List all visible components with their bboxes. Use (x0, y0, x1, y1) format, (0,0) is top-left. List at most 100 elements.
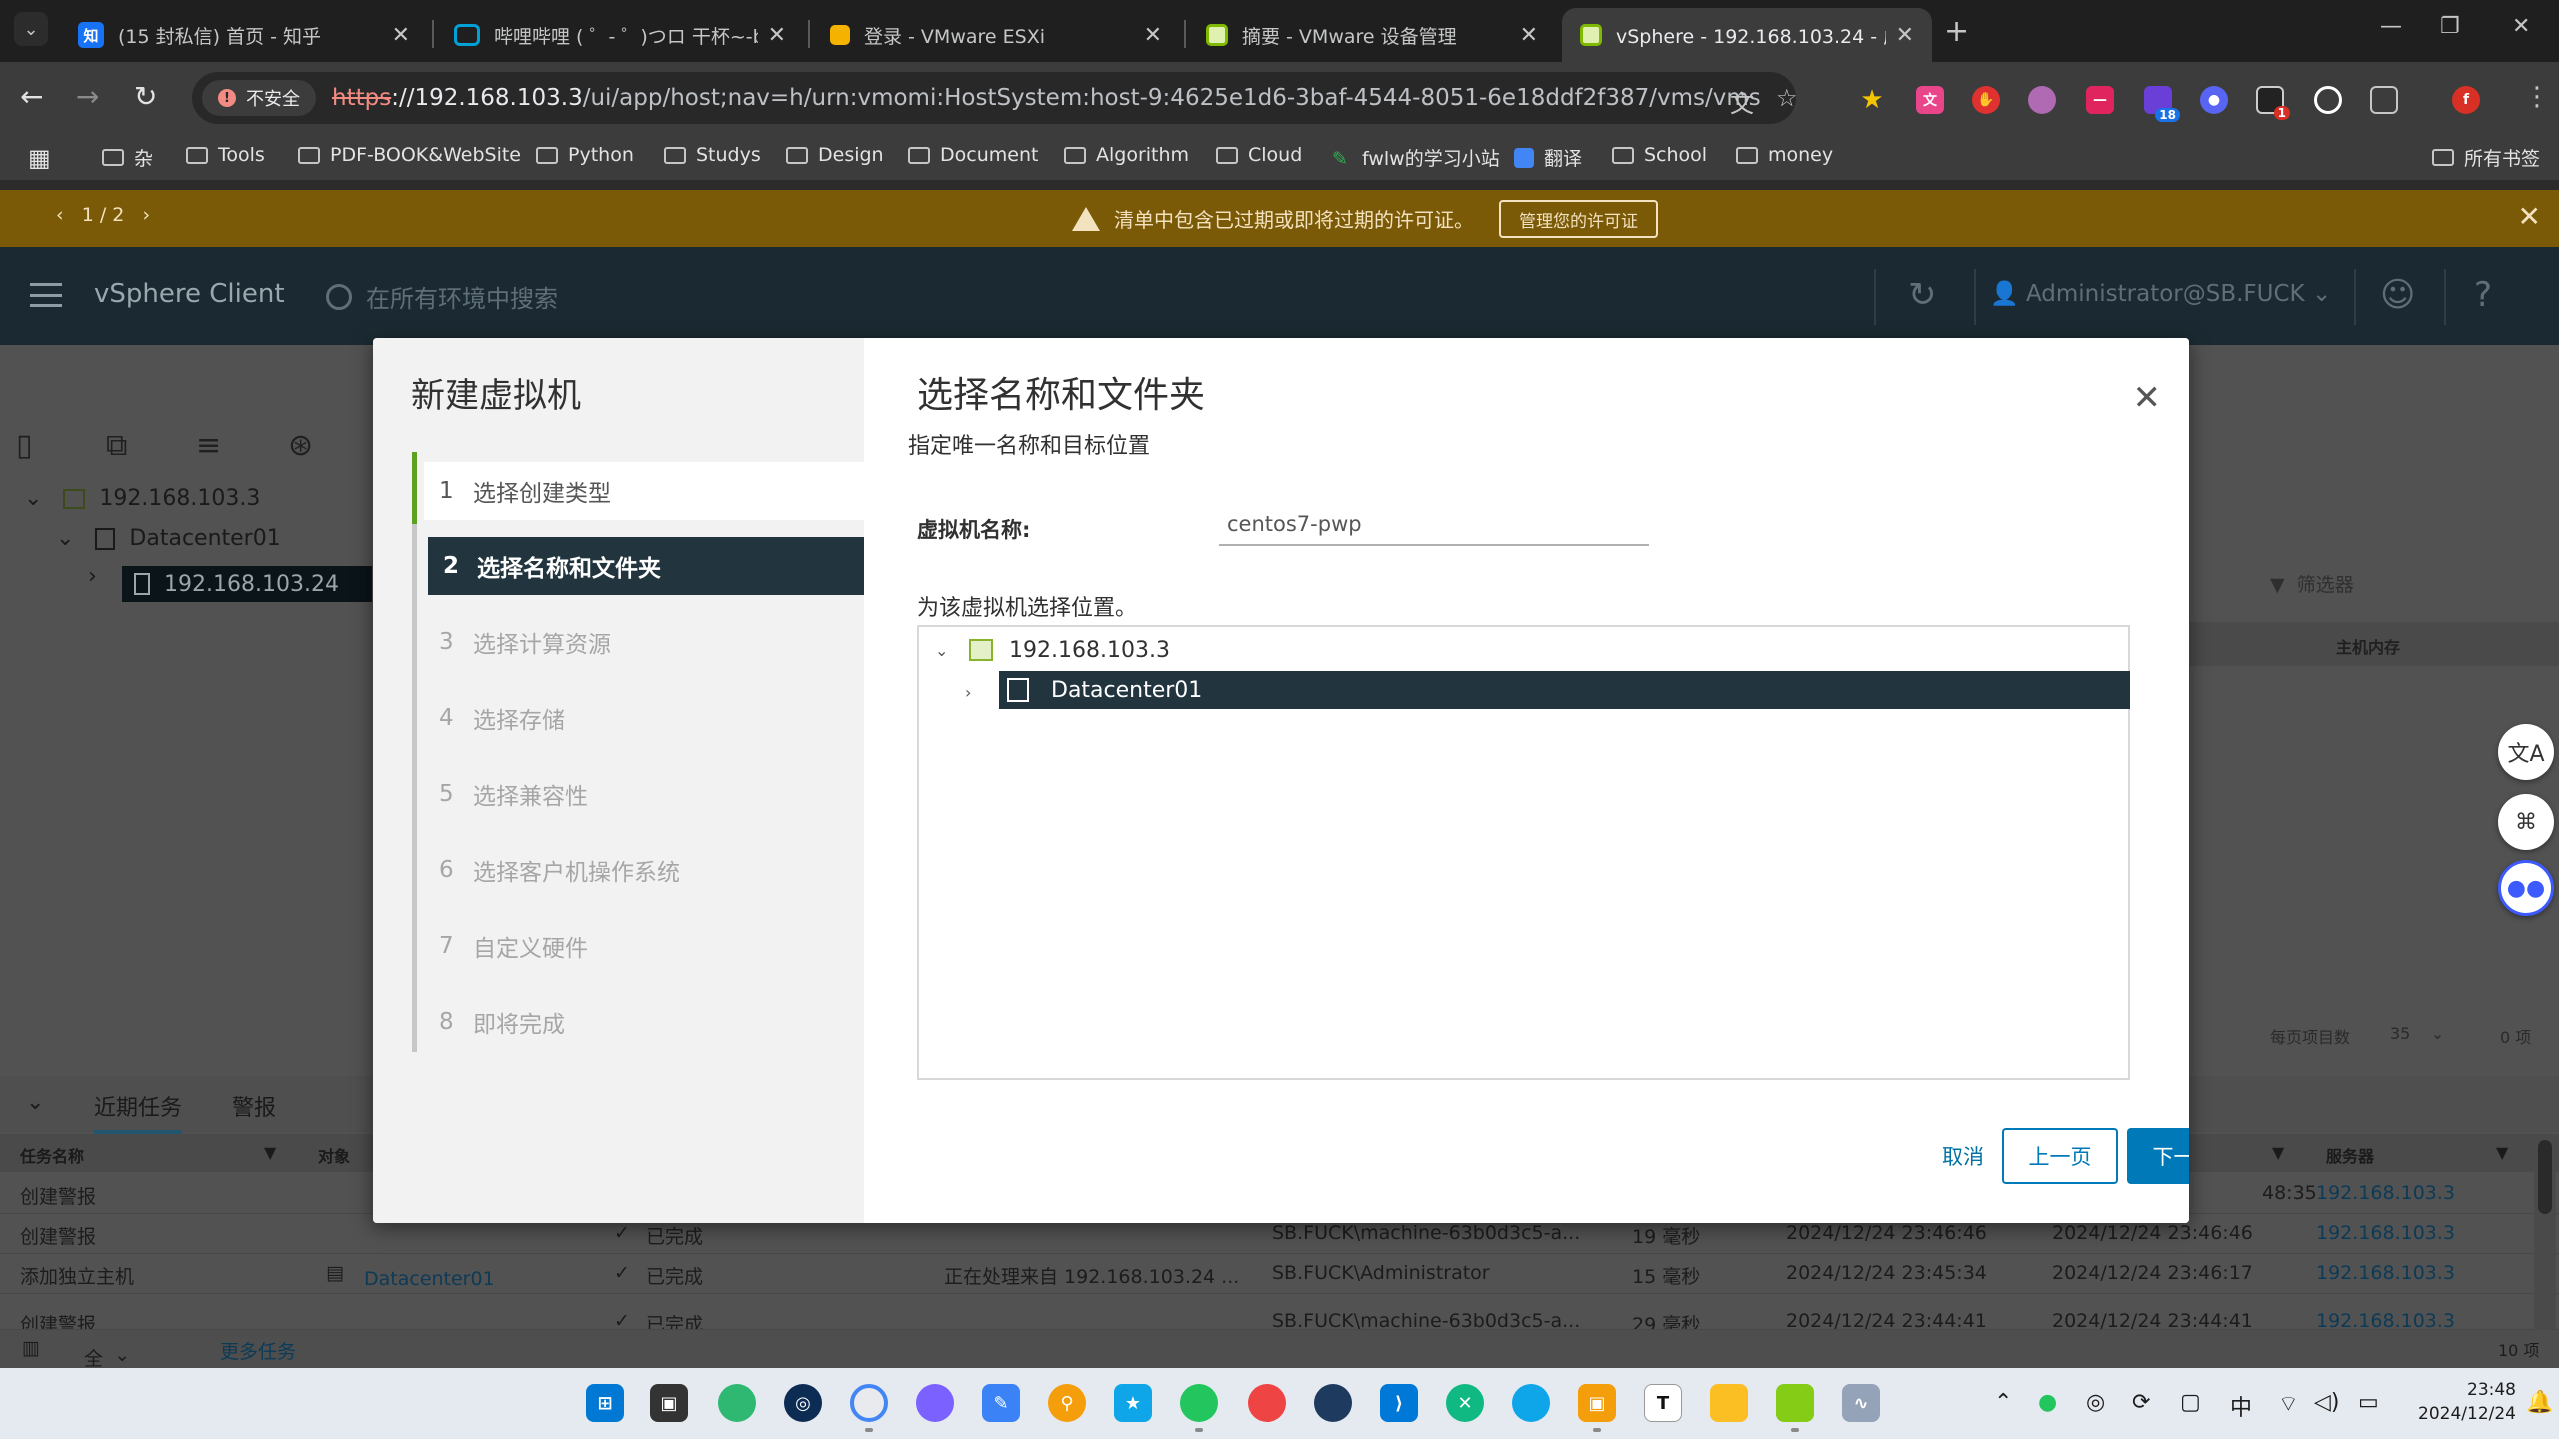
task-filter-select[interactable]: 全部 ⌄ (84, 1337, 130, 1397)
close-icon[interactable]: ✕ (392, 23, 410, 48)
tree-node-datacenter[interactable]: ⌄ Datacenter01 (56, 526, 281, 551)
refresh-icon[interactable]: ↻ (1908, 275, 1937, 315)
app-icon[interactable]: ✎ (982, 1384, 1020, 1422)
tree-node-datacenter[interactable]: Datacenter01 (999, 671, 2130, 709)
apps-float-icon[interactable]: ⌘ (2498, 794, 2554, 850)
not-secure-chip[interactable]: ! 不安全 (202, 80, 316, 116)
tree-node-vcenter[interactable]: ⌄ 192.168.103.3 (935, 631, 1170, 669)
column-target[interactable]: 对象 (318, 1143, 350, 1167)
chevron-left-icon[interactable]: ‹ (56, 204, 64, 226)
column-host-memory[interactable]: 主机内存 (2336, 634, 2400, 658)
wizard-step-2[interactable]: 2 选择名称和文件夹 (428, 537, 868, 595)
edge-icon[interactable] (1512, 1384, 1550, 1422)
forward-arrow-icon[interactable]: → (76, 80, 99, 113)
file-explorer-icon[interactable] (1710, 1384, 1748, 1422)
translate-float-icon[interactable]: 文A (2498, 724, 2554, 780)
close-icon[interactable]: ✕ (1520, 23, 1538, 48)
column-toggle-icon[interactable]: ▥ (22, 1337, 40, 1359)
more-tasks-link[interactable]: 更多任务 (220, 1337, 296, 1364)
filter-icon[interactable]: ▼ (2496, 1143, 2508, 1162)
chevron-right-icon[interactable]: › (143, 204, 151, 226)
cancel-button[interactable]: 取消 (1913, 1128, 2013, 1184)
global-search[interactable]: 在所有环境中搜索 (326, 279, 558, 314)
task-scrollbar-thumb[interactable] (2538, 1140, 2552, 1214)
system-clock[interactable]: 23:48 2024/12/24 (2400, 1378, 2516, 1426)
collapse-chevron-icon[interactable]: ⌄ (26, 1090, 44, 1115)
wechat-icon[interactable] (1180, 1384, 1218, 1422)
new-tab-button[interactable]: + (1944, 14, 1969, 49)
vmware-icon[interactable]: ▣ (1578, 1384, 1616, 1422)
bookmark-folder[interactable]: Document (908, 144, 1038, 166)
close-icon[interactable]: ✕ (1896, 23, 1914, 48)
manage-license-button[interactable]: 管理您的许可证 (1499, 200, 1658, 238)
profile-avatar[interactable]: f (2452, 86, 2480, 114)
chrome-icon[interactable] (850, 1384, 888, 1422)
bookmark-folder[interactable]: Studys (664, 144, 761, 166)
tab-recent-tasks[interactable]: 近期任务 (94, 1090, 183, 1134)
browser-tab-zhihu[interactable]: 知 (15 封私信) 首页 - 知乎 ✕ (60, 8, 428, 62)
back-button[interactable]: 上一页 (2002, 1128, 2118, 1184)
app-icon[interactable] (916, 1384, 954, 1422)
back-arrow-icon[interactable]: ← (20, 80, 43, 113)
typora-icon[interactable]: T (1644, 1384, 1682, 1422)
column-task-name[interactable]: 任务名称 (20, 1143, 84, 1167)
bookmark-folder[interactable]: PDF-BOOK&WebSite (298, 144, 521, 166)
bookmark-folder[interactable]: Design (786, 144, 884, 166)
notification-icon[interactable]: 🔔 (2526, 1390, 2553, 1415)
tray-icon[interactable]: ◎ (2086, 1390, 2105, 1415)
translate-icon[interactable]: 文 (1730, 84, 1754, 119)
bookmark-folder[interactable]: Python (536, 144, 634, 166)
next-button[interactable]: 下一页 (2127, 1128, 2189, 1184)
network-icon[interactable]: ⊛ (288, 428, 313, 463)
bookmark-folder[interactable]: School (1612, 144, 1707, 166)
assistant-float-icon[interactable]: ●● (2498, 860, 2554, 916)
task-view-icon[interactable]: ▣ (650, 1384, 688, 1422)
bookmark-folder[interactable]: Cloud (1216, 144, 1302, 166)
bookmark-folder[interactable]: Tools (186, 144, 265, 166)
compass-extension-icon[interactable] (2314, 86, 2342, 114)
reload-icon[interactable]: ↻ (134, 80, 157, 113)
hamburger-menu-icon[interactable] (30, 283, 62, 307)
storage-icon[interactable]: ≡ (196, 428, 221, 463)
adblock-extension-icon[interactable]: ✋ (1972, 86, 2000, 114)
chevron-right-icon[interactable]: › (965, 683, 971, 702)
app-icon[interactable] (718, 1384, 756, 1422)
tree-node-caret[interactable]: › (88, 564, 97, 589)
chevron-up-icon[interactable]: ⌃ (1994, 1390, 2012, 1415)
close-icon[interactable]: ✕ (1144, 23, 1162, 48)
bookmark-folder[interactable]: money (1736, 144, 1833, 166)
column-server[interactable]: 服务器 (2326, 1143, 2374, 1167)
filter-icon[interactable]: ▼ (264, 1143, 276, 1162)
table-row[interactable]: 创建警报 ✓ 已完成 SB.FUCK\machine-63b0d3c5-a...… (0, 1302, 2559, 1330)
wizard-step-1[interactable]: 1 选择创建类型 (424, 462, 864, 520)
battery-icon[interactable]: ▭ (2358, 1390, 2379, 1415)
close-icon[interactable]: ✕ (768, 23, 786, 48)
tree-node-host[interactable]: ⌄ 192.168.103.3 (24, 486, 260, 511)
extension-icon[interactable]: — (2086, 86, 2114, 114)
tray-icon[interactable]: ▢ (2180, 1390, 2201, 1415)
vscode-icon[interactable]: ⟩ (1380, 1384, 1418, 1422)
feedback-smiley-icon[interactable]: ☺ (2380, 275, 2415, 315)
hosts-clusters-icon[interactable]: ▯ (16, 428, 33, 463)
app-icon[interactable] (1314, 1384, 1352, 1422)
browser-tab-vmware-appliance[interactable]: 摘要 - VMware 设备管理 ✕ (1188, 8, 1556, 62)
user-menu[interactable]: 👤 Administrator@SB.FUCK ⌄ (1990, 280, 2331, 307)
vmware-workstation-icon[interactable] (1776, 1384, 1814, 1422)
tree-node-selected-host[interactable]: 192.168.103.24 (122, 566, 372, 602)
filter-input[interactable]: ▼ 筛选器 (2270, 570, 2354, 597)
app-icon[interactable]: ★ (1114, 1384, 1152, 1422)
vm-name-input[interactable] (1219, 504, 1649, 546)
wechat-tray-icon[interactable]: ● (2038, 1390, 2057, 1415)
app-icon[interactable]: ✕ (1446, 1384, 1484, 1422)
search-icon[interactable]: ⚲ (1048, 1384, 1086, 1422)
close-icon[interactable]: ✕ (2133, 378, 2162, 418)
per-page-select[interactable]: 35 ⌄ (2390, 1024, 2444, 1043)
monitor-icon[interactable]: ∿ (1842, 1384, 1880, 1422)
star-extension-icon[interactable]: ★ (1858, 85, 1886, 115)
volume-icon[interactable]: ◁) (2314, 1390, 2340, 1415)
tab-alarms[interactable]: 警报 (232, 1090, 276, 1122)
address-bar[interactable]: ! 不安全 https://192.168.103.3/ui/app/host;… (192, 72, 1798, 124)
kebab-menu-icon[interactable]: ⋮ (2524, 82, 2550, 112)
table-row[interactable]: 添加独立主机 ▤ Datacenter01 ✓ 已完成 正在处理来自 192.1… (0, 1254, 2559, 1294)
browser-tab-bilibili[interactable]: 哔哩哔哩 ( ゜- ゜)つロ 干杯~-bilib ✕ (436, 8, 804, 62)
